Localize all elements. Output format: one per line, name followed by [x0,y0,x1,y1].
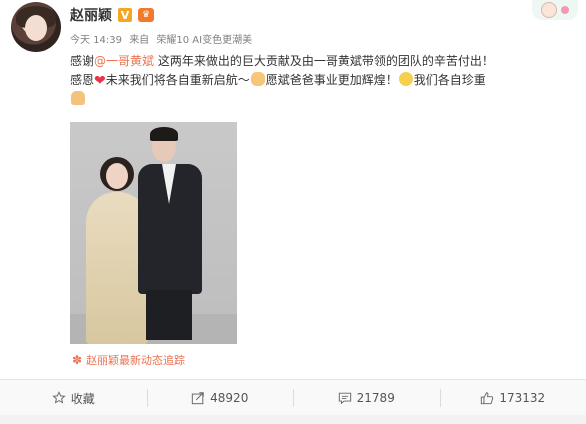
share-icon [191,392,204,405]
like-count: 173132 [499,391,546,405]
avatar[interactable] [11,2,61,52]
text-segment: 未来我们将各自重新启航～ [105,73,250,87]
text-segment: 我们各自珍重 [413,73,486,87]
tracking-link[interactable]: ✽ 赵丽颖最新动态追踪 [72,352,185,368]
post-time[interactable]: 今天 14:39 [70,35,122,46]
source-prefix: 来自 [129,35,150,46]
favorite-button[interactable]: 收藏 [0,380,147,416]
fist-icon [250,72,265,86]
comment-icon [338,392,351,405]
share-button[interactable]: 48920 [146,380,294,416]
share-count: 48920 [210,391,249,405]
mention-link[interactable]: @一哥黄斌 [94,54,154,68]
bottom-divider [0,415,586,424]
post-text: 感谢@一哥黄斌 这两年来做出的巨大贡献及由一哥黄斌带领的团队的辛苦付出！ 感恩❤… [70,52,570,109]
photo-legs [146,290,192,340]
corner-sticker [532,0,578,20]
post-meta: 今天 14:39 来自 荣耀10 AI变色更潮美 [70,31,256,46]
sticker-face-icon [541,2,557,18]
text-segment: 这两年来做出的巨大贡献及由一哥黄斌带领的团队的辛苦付出！ [154,54,494,68]
sticker-dot-icon [561,6,569,14]
like-button[interactable]: 173132 [439,380,586,416]
text-segment: 感恩 [70,73,95,87]
heart-icon: ❤ [94,73,106,89]
post-photo[interactable] [70,122,237,344]
user-name[interactable]: 赵丽颖 [70,5,112,25]
favorite-label: 收藏 [70,391,95,406]
pray-icon [71,91,85,105]
star-icon [52,391,66,404]
user-name-row: 赵丽颖 V ♛ [70,5,154,25]
text-segment: 愿斌爸爸事业更加辉煌！ [265,73,398,87]
photo-woman-face [106,163,128,189]
like-icon [481,392,494,405]
tracking-label: 赵丽颖最新动态追踪 [86,354,186,367]
verified-badge: V [118,8,132,22]
flower-icon: ✽ [72,353,83,367]
comment-count: 21789 [356,391,395,405]
crown-icon[interactable]: ♛ [138,8,154,22]
text-segment: 感谢 [70,54,95,68]
action-bar: 收藏 48920 21789 173132 [0,379,586,416]
smile-icon [398,72,413,86]
avatar-face [25,15,47,41]
comment-button[interactable]: 21789 [293,380,440,416]
post-device[interactable]: 荣耀10 AI变色更潮美 [156,35,252,46]
photo-man-hair [150,127,178,141]
